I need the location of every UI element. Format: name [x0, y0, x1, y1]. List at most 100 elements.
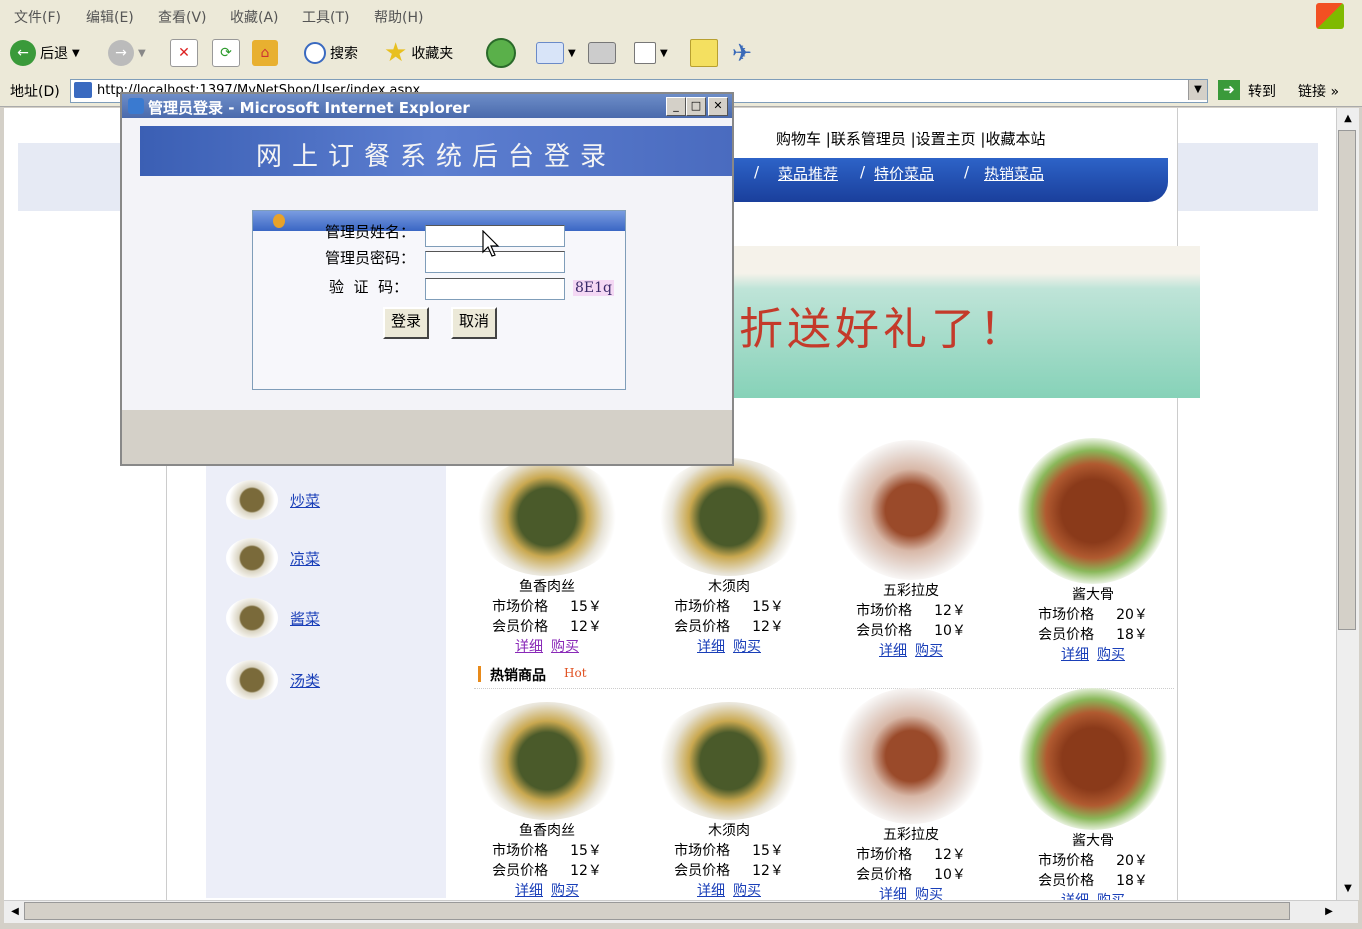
menu-edit[interactable]: 编辑(E)	[86, 7, 134, 27]
links-button[interactable]: 链接 »	[1298, 81, 1339, 101]
dish-card: 五彩拉皮 市场价格 12￥ 会员价格 10￥ 详细 购买	[826, 440, 996, 660]
username-label: 管理员姓名：	[325, 223, 416, 241]
menu-help[interactable]: 帮助(H)	[374, 7, 423, 27]
market-price-label: 市场价格	[1038, 607, 1095, 623]
dish-name: 五彩拉皮	[883, 827, 939, 843]
category-link[interactable]: 炒菜	[290, 490, 320, 511]
login-button[interactable]: 登录	[383, 307, 430, 339]
go-arrow-icon[interactable]: ➜	[1218, 80, 1240, 100]
cancel-button[interactable]: 取消	[451, 307, 498, 339]
vertical-scroll-thumb[interactable]	[1338, 130, 1356, 630]
detail-link[interactable]: 详细	[1061, 893, 1089, 900]
scroll-down-icon[interactable]: ▼	[1339, 880, 1357, 898]
category-item[interactable]: 凉菜	[226, 538, 320, 578]
detail-link[interactable]: 详细	[515, 883, 543, 899]
print-button[interactable]	[588, 38, 616, 68]
login-header-banner: 网上订餐系统后台登录	[140, 126, 732, 176]
top-links[interactable]: 购物车 |联系管理员 |设置主页 |收藏本站	[776, 128, 1045, 149]
member-price: 18￥	[1116, 873, 1148, 889]
dish-photo	[654, 702, 804, 820]
detail-link[interactable]: 详细	[879, 643, 907, 659]
mail-button[interactable]: ▼	[536, 38, 576, 68]
menu-view[interactable]: 查看(V)	[158, 7, 207, 27]
category-panel	[206, 398, 446, 898]
buy-link[interactable]: 购买	[915, 643, 943, 659]
menu-tools[interactable]: 工具(T)	[302, 7, 349, 27]
detail-link[interactable]: 详细	[697, 883, 725, 899]
market-price-label: 市场价格	[492, 843, 549, 859]
buy-link[interactable]: 购买	[1097, 647, 1125, 663]
category-link[interactable]: 凉菜	[290, 548, 320, 569]
maximize-icon[interactable]: □	[686, 97, 706, 116]
buy-link[interactable]: 购买	[551, 639, 579, 655]
scroll-up-icon[interactable]: ▲	[1339, 110, 1357, 128]
stop-icon: ✕	[170, 39, 198, 67]
menu-file[interactable]: 文件(F)	[14, 7, 61, 27]
scroll-right-icon[interactable]: ▶	[1320, 903, 1338, 921]
detail-link[interactable]: 详细	[515, 639, 543, 655]
address-dropdown-icon[interactable]: ▼	[1188, 80, 1207, 100]
detail-link[interactable]: 详细	[1061, 647, 1089, 663]
refresh-icon: ⟳	[212, 39, 240, 67]
horizontal-scroll-thumb[interactable]	[24, 902, 1290, 920]
member-price-label: 会员价格	[856, 623, 913, 639]
nav-link-special[interactable]: 特价菜品	[874, 163, 934, 184]
hot-tag: Hot	[564, 666, 587, 680]
nav-link-recommend[interactable]: 菜品推荐	[778, 163, 838, 184]
detail-link[interactable]: 详细	[879, 887, 907, 900]
dish-name: 五彩拉皮	[883, 583, 939, 599]
dish-photo	[836, 440, 986, 580]
captcha-input[interactable]	[425, 278, 565, 300]
nav-link-hot[interactable]: 热销菜品	[984, 163, 1044, 184]
forward-button[interactable]: → ▼	[108, 38, 146, 68]
category-link[interactable]: 酱菜	[290, 608, 320, 629]
ie-icon	[128, 98, 144, 114]
member-price-label: 会员价格	[1038, 627, 1095, 643]
page-icon	[74, 82, 92, 98]
close-icon[interactable]: ✕	[708, 97, 728, 116]
category-thumbnail	[226, 598, 278, 638]
member-price-label: 会员价格	[492, 863, 549, 879]
captcha-image: 8E1q	[573, 280, 614, 296]
nav-separator: /	[860, 163, 866, 181]
buy-link[interactable]: 购买	[1097, 893, 1125, 900]
menu-bar: 文件(F) 编辑(E) 查看(V) 收藏(A) 工具(T) 帮助(H)	[0, 0, 1362, 33]
category-item[interactable]: 炒菜	[226, 480, 320, 520]
member-price-label: 会员价格	[856, 867, 913, 883]
home-button[interactable]: ⌂	[252, 38, 278, 68]
category-item[interactable]: 酱菜	[226, 598, 320, 638]
search-label: 搜索	[330, 46, 358, 62]
detail-link[interactable]: 详细	[697, 639, 725, 655]
stop-button[interactable]: ✕	[170, 38, 198, 68]
password-label: 管理员密码：	[325, 249, 416, 267]
market-price-label: 市场价格	[1038, 853, 1095, 869]
edit-button[interactable]: ▼	[634, 38, 668, 68]
discuss-button[interactable]	[690, 38, 718, 68]
note-icon	[690, 39, 718, 67]
buy-link[interactable]: 购买	[733, 639, 761, 655]
go-button[interactable]: 转到	[1248, 81, 1276, 101]
buy-link[interactable]: 购买	[915, 887, 943, 900]
favorites-button[interactable]: ★ 收藏夹	[384, 38, 453, 68]
member-price: 10￥	[934, 867, 966, 883]
minimize-icon[interactable]: _	[666, 97, 686, 116]
category-link[interactable]: 汤类	[290, 670, 320, 691]
dish-photo	[654, 458, 804, 576]
dish-card: 鱼香肉丝 市场价格 15￥ 会员价格 12￥ 详细 购买	[462, 702, 632, 900]
buy-link[interactable]: 购买	[551, 883, 579, 899]
hot-section-title: 热销商品	[490, 668, 546, 684]
search-button[interactable]: 搜索	[304, 38, 358, 68]
scroll-left-icon[interactable]: ◀	[6, 903, 24, 921]
member-price: 18￥	[1116, 627, 1148, 643]
history-button[interactable]	[486, 38, 516, 68]
buy-link[interactable]: 购买	[733, 883, 761, 899]
category-item[interactable]: 汤类	[226, 660, 320, 700]
favorites-label: 收藏夹	[411, 46, 454, 62]
print-icon	[588, 42, 616, 64]
messenger-button[interactable]: ✈	[732, 38, 752, 68]
market-price: 15￥	[752, 599, 784, 615]
refresh-button[interactable]: ⟳	[212, 38, 240, 68]
menu-favorites[interactable]: 收藏(A)	[230, 7, 279, 27]
back-button[interactable]: ← 后退 ▼	[10, 38, 80, 68]
dialog-titlebar[interactable]: 管理员登录 - Microsoft Internet Explorer _ □ …	[122, 94, 732, 118]
